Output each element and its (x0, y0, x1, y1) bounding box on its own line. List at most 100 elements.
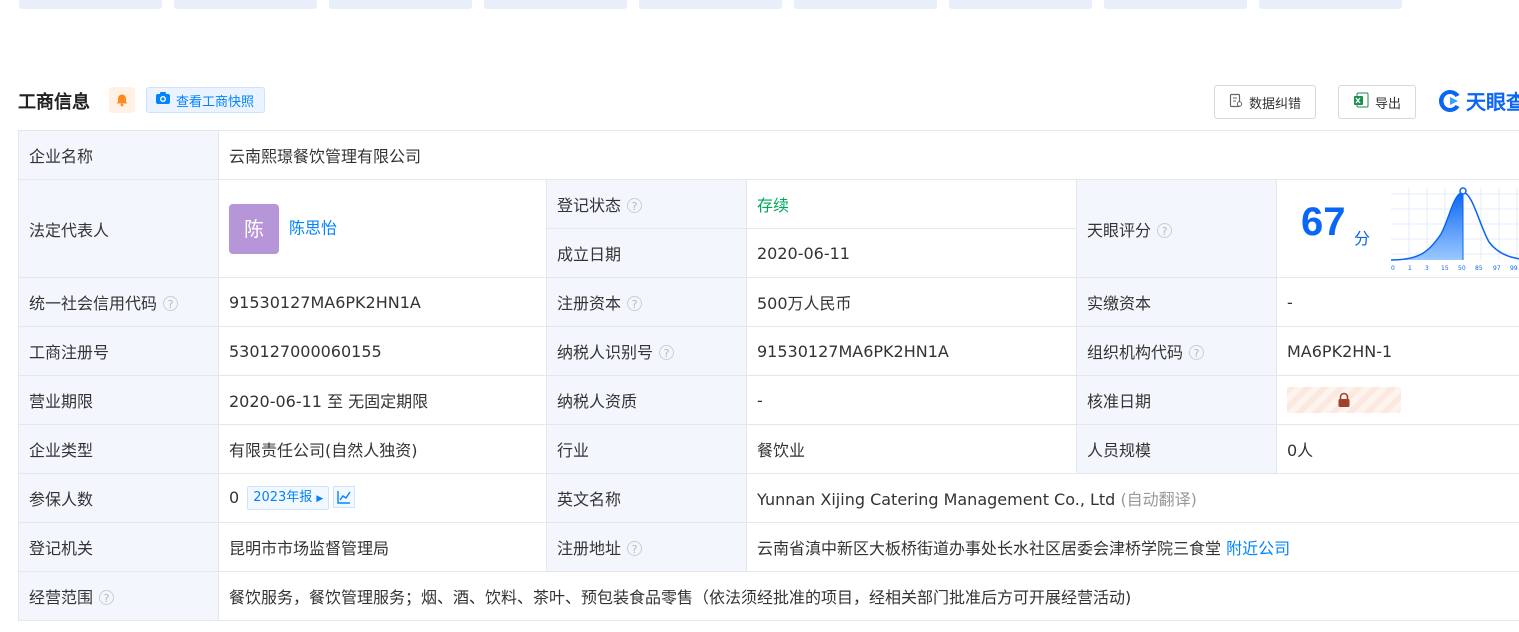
top-tab[interactable] (794, 0, 937, 9)
status-value: 存续 (746, 179, 1077, 229)
help-icon[interactable]: ? (627, 541, 643, 556)
taxpayer-id-label: 纳税人识别号 (557, 343, 654, 362)
legal-rep-cell: 陈陈思怡 (218, 179, 547, 278)
export-label: 导出 (1375, 96, 1402, 112)
address-value: 云南省滇中新区大板桥街道办事处长水社区居委会津桥学院三食堂 (757, 539, 1222, 558)
tax-qual-value: - (746, 375, 1077, 425)
table-row: 登记机关 昆明市市场监督管理局 注册地址? 云南省滇中新区大板桥街道办事处长水社… (18, 522, 1519, 572)
help-icon[interactable]: ? (627, 198, 643, 213)
table-row: 企业名称 云南熙璟餐饮管理有限公司 (18, 130, 1519, 180)
data-correction-label: 数据纠错 (1249, 96, 1302, 112)
top-tab[interactable] (19, 0, 162, 9)
top-tab[interactable] (1104, 0, 1247, 9)
insured-cell: 0 2023年报 ▶ (218, 473, 547, 523)
credit-code-value: 91530127MA6PK2HN1A (218, 277, 547, 327)
org-code-label: 组织机构代码 (1087, 343, 1184, 362)
tax-qual-label: 纳税人资质 (546, 375, 747, 425)
section-header: 工商信息 查看工商快照 数据纠错 导出 天眼查 (18, 84, 1519, 119)
approve-date-label: 核准日期 (1076, 375, 1277, 425)
reg-no-value: 530127000060155 (218, 326, 547, 376)
approve-date-cell (1275, 375, 1519, 425)
help-icon[interactable]: ? (1157, 222, 1173, 238)
help-icon[interactable]: ? (659, 345, 675, 360)
score-marker (1459, 187, 1467, 195)
table-row: 法定代表人 陈陈思怡 登记状态? 存续 天眼评分? 67 分 0 1 3 15 … (18, 179, 1519, 278)
company-name-label: 企业名称 (18, 130, 219, 180)
avatar[interactable]: 陈 (229, 203, 279, 254)
scope-label: 经营范围 (29, 588, 94, 607)
help-icon[interactable]: ? (163, 296, 179, 311)
data-correction-button[interactable]: 数据纠错 (1214, 85, 1317, 119)
score-tick: 99 (1510, 265, 1518, 272)
score-cell[interactable]: 67 分 0 1 3 15 50 85 97 99 (1275, 179, 1519, 278)
view-snapshot-button[interactable]: 查看工商快照 (146, 87, 266, 113)
score-tick: 15 (1441, 265, 1449, 272)
business-info-table: 企业名称 云南熙璟餐饮管理有限公司 法定代表人 陈陈思怡 登记状态? 存续 天眼… (18, 130, 1519, 621)
table-row: 企业类型 有限责任公司(自然人独资) 行业 餐饮业 人员规模 0人 (18, 424, 1519, 474)
top-tab[interactable] (174, 0, 317, 9)
score-tick: 50 (1458, 265, 1466, 272)
vip-locked-field[interactable] (1287, 387, 1401, 413)
english-name-label: 英文名称 (546, 473, 747, 523)
est-date-value: 2020-06-11 (746, 228, 1077, 278)
export-button[interactable]: 导出 (1338, 85, 1417, 119)
industry-value: 餐饮业 (746, 424, 1077, 474)
english-name-value: Yunnan Xijing Catering Management Co., L… (757, 490, 1116, 509)
help-icon[interactable]: ? (99, 590, 115, 605)
top-tab[interactable] (1259, 0, 1402, 9)
reg-capital-label: 注册资本 (557, 294, 622, 313)
reg-capital-value: 500万人民币 (746, 277, 1077, 327)
table-row: 经营范围? 餐饮服务，餐饮管理服务；烟、酒、饮料、茶叶、预包装食品零售（依法须经… (18, 571, 1519, 621)
staff-size-label: 人员规模 (1076, 424, 1277, 474)
annual-report-label: 2023年报 (253, 490, 313, 505)
camera-icon (155, 91, 171, 109)
paid-capital-value: - (1275, 277, 1519, 327)
taxpayer-id-value: 91530127MA6PK2HN1A (746, 326, 1077, 376)
company-name-value: 云南熙璟餐饮管理有限公司 (217, 130, 1519, 180)
top-tab[interactable] (639, 0, 782, 9)
bell-icon[interactable] (109, 87, 135, 113)
authority-value: 昆明市市场监督管理局 (218, 522, 547, 572)
staff-size-value: 0人 (1275, 424, 1519, 474)
credit-code-label-cell: 统一社会信用代码? (18, 277, 219, 327)
edit-doc-icon (1229, 93, 1243, 112)
score-label: 天眼评分 (1087, 220, 1152, 240)
address-label: 注册地址 (557, 539, 622, 558)
insured-value: 0 (229, 488, 240, 507)
reg-no-label: 工商注册号 (18, 326, 219, 376)
type-value: 有限责任公司(自然人独资) (218, 424, 547, 474)
top-tab[interactable] (484, 0, 627, 9)
score-tick: 85 (1475, 265, 1483, 272)
auto-translate-note: (自动翻译) (1120, 490, 1197, 509)
nearby-companies-link[interactable]: 附近公司 (1226, 539, 1290, 558)
table-row: 营业期限 2020-06-11 至 无固定期限 纳税人资质 - 核准日期 (18, 375, 1519, 425)
reg-capital-label-cell: 注册资本? (546, 277, 747, 327)
excel-icon (1353, 92, 1369, 112)
lock-icon (1338, 392, 1350, 407)
top-tab[interactable] (329, 0, 472, 9)
insured-label: 参保人数 (18, 473, 219, 523)
english-name-cell: Yunnan Xijing Catering Management Co., L… (745, 473, 1519, 523)
table-row: 统一社会信用代码? 91530127MA6PK2HN1A 注册资本? 500万人… (18, 277, 1519, 327)
credit-code-label: 统一社会信用代码 (29, 294, 158, 313)
top-tab-strip (0, 0, 1519, 12)
scope-value: 餐饮服务，餐饮管理服务；烟、酒、饮料、茶叶、预包装食品零售（依法须经批准的项目，… (217, 571, 1519, 621)
top-tab[interactable] (949, 0, 1092, 9)
type-label: 企业类型 (18, 424, 219, 474)
industry-label: 行业 (546, 424, 747, 474)
scope-label-cell: 经营范围? (18, 571, 219, 621)
table-row: 参保人数 0 2023年报 ▶ 英文名称 Yunnan Xijing Cateri… (18, 473, 1519, 523)
trend-chart-icon[interactable] (333, 486, 356, 508)
term-value: 2020-06-11 至 无固定期限 (218, 375, 547, 425)
help-icon[interactable]: ? (627, 296, 643, 311)
score-tick: 1 (1408, 265, 1412, 272)
triangle-right-icon: ▶ (316, 494, 324, 504)
table-row: 工商注册号 530127000060155 纳税人识别号? 91530127MA… (18, 326, 1519, 376)
help-icon[interactable]: ? (1189, 345, 1205, 360)
brand-name: 天眼查 (1466, 90, 1519, 114)
authority-label: 登记机关 (18, 522, 219, 572)
legal-rep-link[interactable]: 陈思怡 (289, 218, 337, 237)
score-tick: 0 (1391, 265, 1395, 272)
annual-report-badge[interactable]: 2023年报 ▶ (247, 486, 330, 510)
status-label: 登记状态 (557, 196, 622, 215)
